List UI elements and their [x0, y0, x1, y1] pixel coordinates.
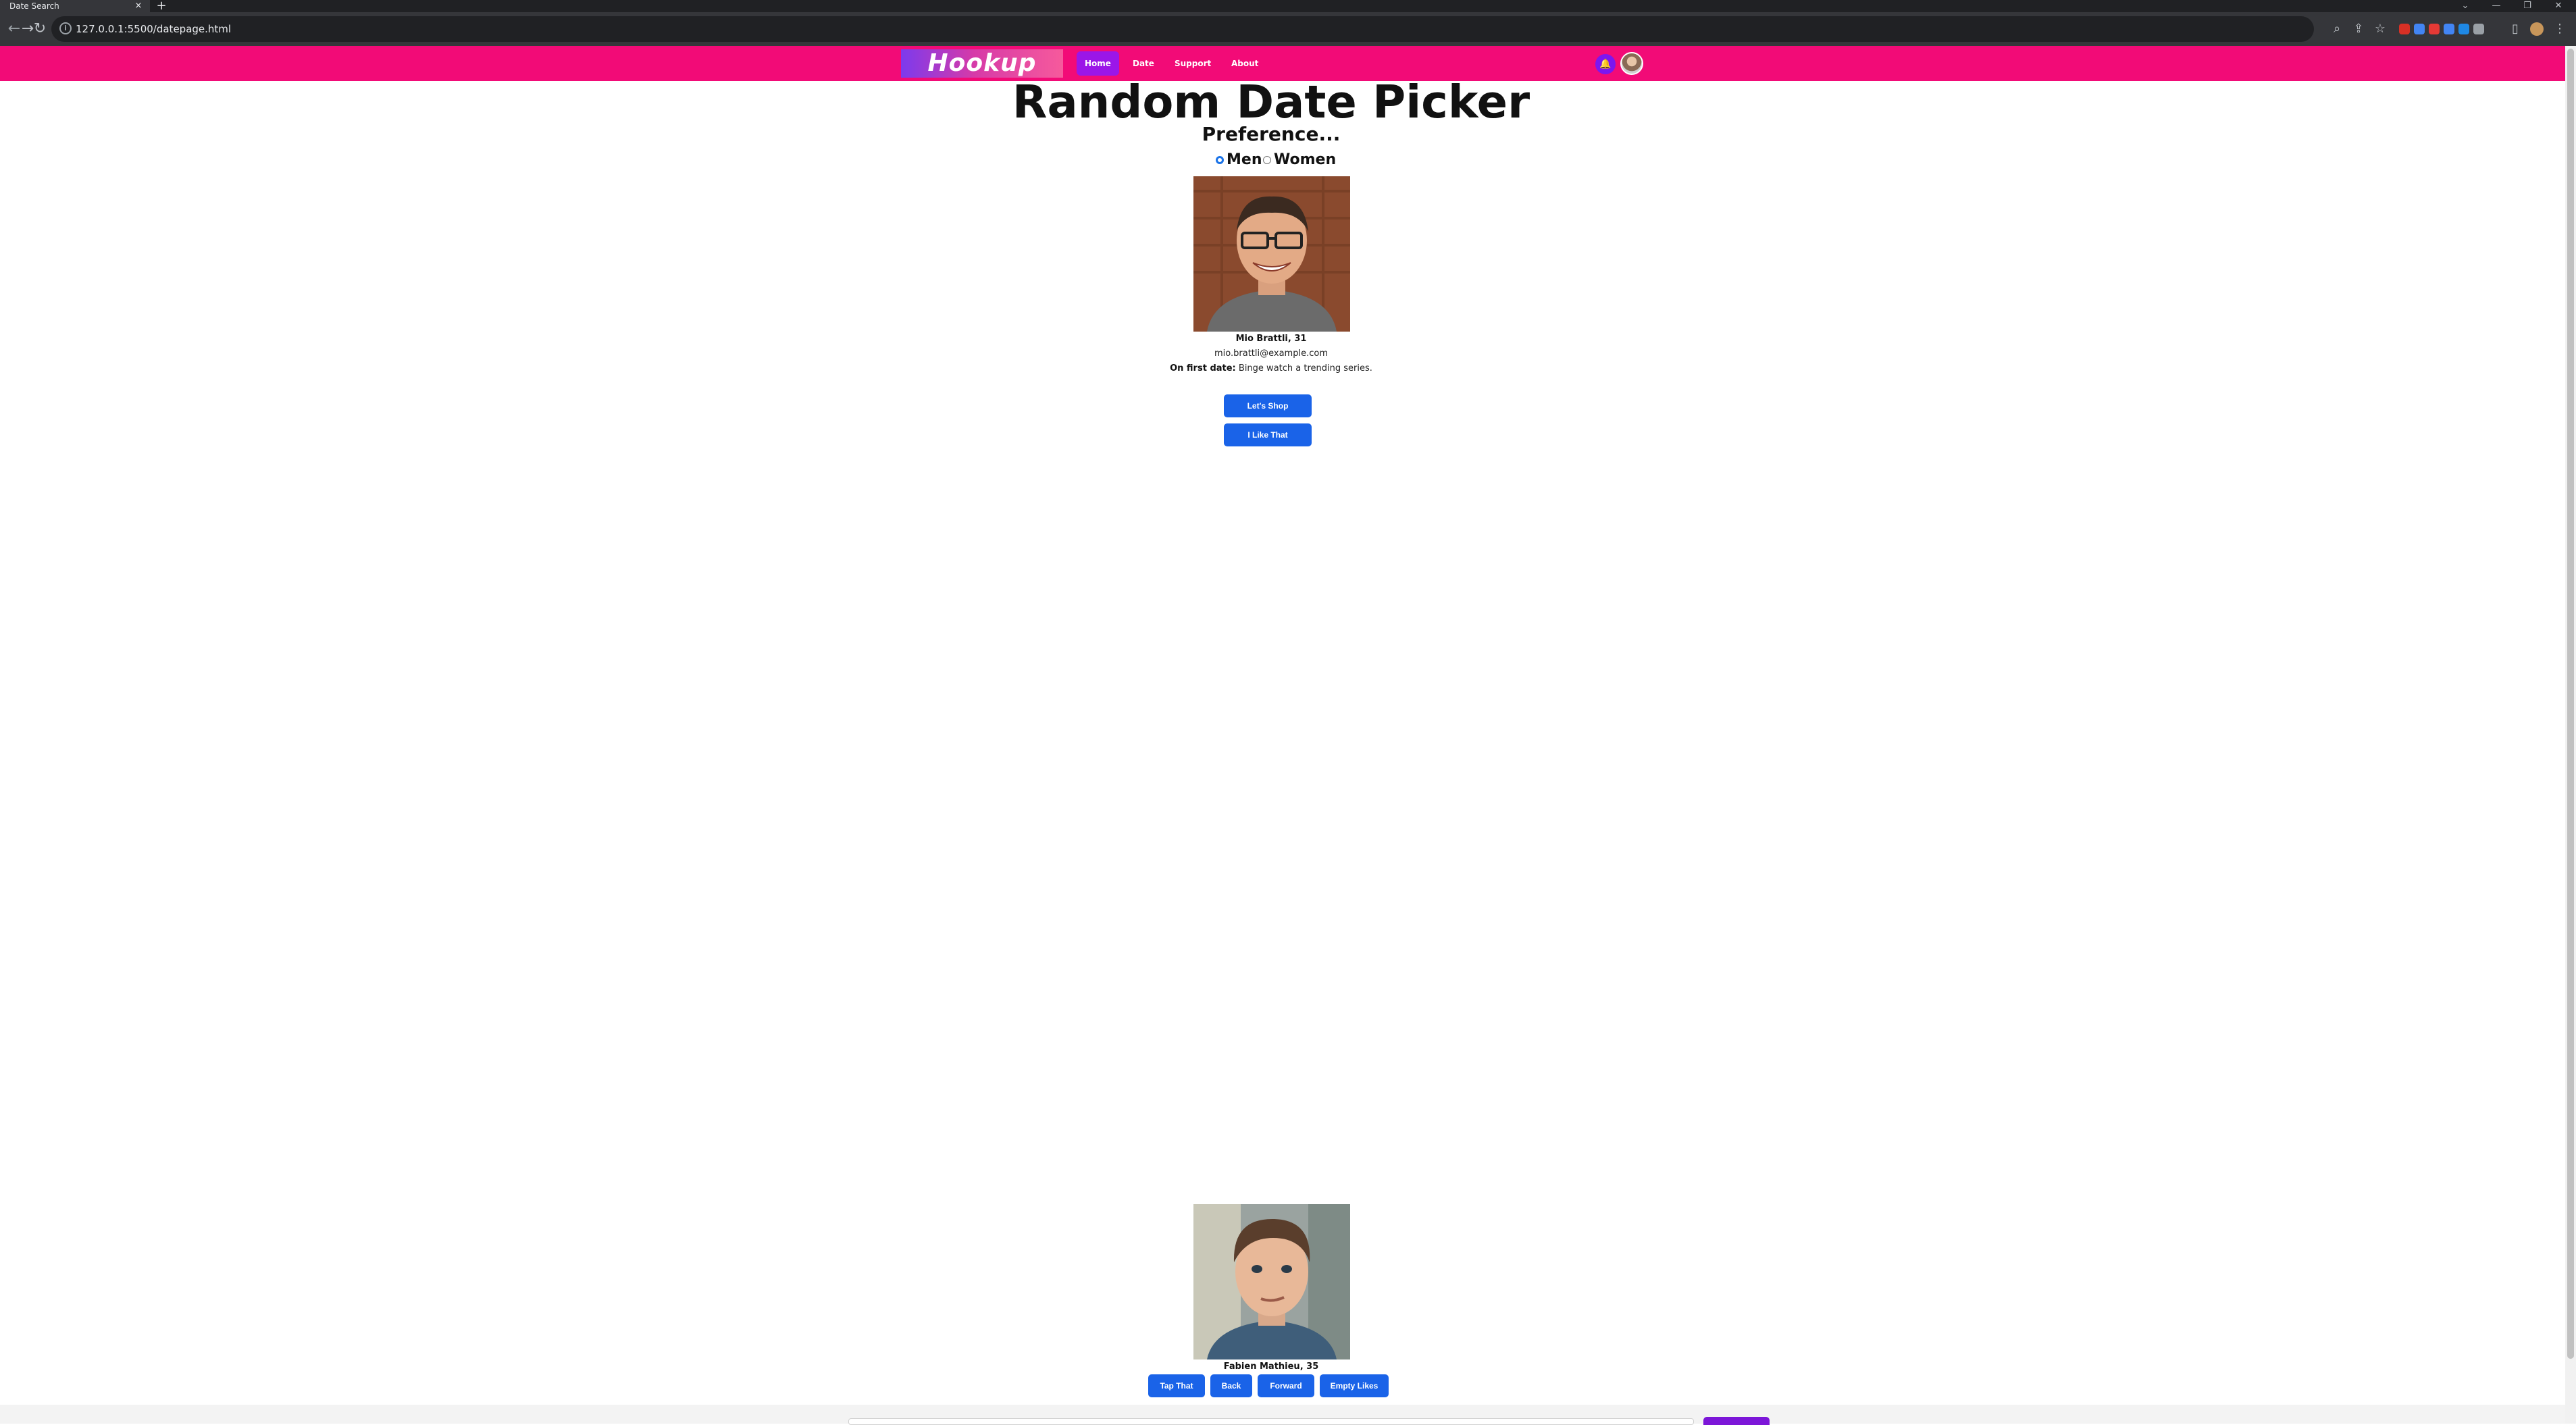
first-date-label: On first date:	[1170, 363, 1236, 373]
site-logo[interactable]: Hookup	[901, 49, 1063, 78]
first-date-value: Binge watch a trending series.	[1238, 363, 1372, 373]
bookmark-star-icon[interactable]: ☆	[2371, 12, 2390, 46]
extension-icon[interactable]	[2429, 24, 2440, 34]
bottom-input[interactable]	[848, 1418, 1694, 1425]
browser-tab[interactable]: Date Search ×	[0, 0, 150, 12]
reload-icon[interactable]: ↻	[30, 12, 50, 46]
scrollbar-thumb[interactable]	[2567, 49, 2574, 1359]
new-tab-button[interactable]: +	[154, 0, 169, 12]
zoom-icon[interactable]: ⌕	[2327, 12, 2346, 46]
lets-shop-button[interactable]: Let's Shop	[1224, 394, 1312, 417]
preference-heading: Preference...	[1202, 123, 1341, 145]
bottom-button[interactable]	[1703, 1417, 1770, 1425]
browser-tabstrip: Date Search × + ⌄ — ❐ ✕	[0, 0, 2576, 12]
avatar[interactable]	[1620, 52, 1643, 75]
profile-email: mio.brattli@example.com	[1214, 348, 1328, 359]
vertical-scrollbar[interactable]	[2565, 46, 2576, 1424]
radio-label-women[interactable]: Women	[1274, 150, 1336, 170]
tap-that-button[interactable]: Tap That	[1148, 1374, 1205, 1397]
extension-icon[interactable]	[2399, 24, 2410, 34]
extension-icon[interactable]	[2473, 24, 2484, 34]
site-info-icon[interactable]: i	[59, 22, 72, 34]
extension-icon[interactable]	[2414, 24, 2425, 34]
extension-icon[interactable]	[2444, 24, 2454, 34]
back-button[interactable]: Back	[1210, 1374, 1252, 1397]
bottom-strip	[0, 1405, 2565, 1425]
side-panel-icon[interactable]: ▯	[2506, 12, 2525, 46]
nav-link-about[interactable]: About	[1223, 51, 1266, 76]
i-like-that-button[interactable]: I Like That	[1224, 423, 1312, 446]
radio-women[interactable]	[1263, 156, 1271, 164]
radio-label-men[interactable]: Men	[1227, 150, 1262, 170]
share-icon[interactable]: ⇪	[2349, 12, 2368, 46]
bell-icon[interactable]: 🔔	[1595, 54, 1616, 74]
second-profile-photo	[1193, 1204, 1350, 1359]
browser-toolbar: ← → ↻ i 127.0.0.1:5500/datepage.html ⌕ ⇪…	[0, 12, 2576, 46]
page-title: Random Date Picker	[1012, 76, 1530, 128]
tab-search-icon[interactable]: ⌄	[2452, 0, 2479, 12]
forward-button[interactable]: Forward	[1258, 1374, 1314, 1397]
radio-men[interactable]	[1216, 156, 1224, 164]
profile-photo	[1193, 176, 1350, 332]
extension-icon[interactable]	[2458, 24, 2469, 34]
second-profile-name: Fabien Mathieu, 35	[1223, 1362, 1319, 1372]
profile-name: Mio Brattli, 31	[1235, 334, 1307, 344]
url-text[interactable]: 127.0.0.1:5500/datepage.html	[76, 16, 231, 42]
tab-title: Date Search	[9, 1, 59, 11]
browser-menu-icon[interactable]: ⋮	[2550, 12, 2569, 46]
profile-icon[interactable]	[2527, 12, 2546, 46]
close-tab-icon[interactable]: ×	[132, 0, 145, 12]
address-bar[interactable]: i 127.0.0.1:5500/datepage.html	[51, 16, 2314, 42]
nav-link-date[interactable]: Date	[1125, 51, 1162, 76]
maximize-icon[interactable]: ❐	[2514, 0, 2541, 12]
nav-link-support[interactable]: Support	[1166, 51, 1219, 76]
profile-first-date: On first date: Binge watch a trending se…	[0, 363, 2542, 373]
nav-link-home[interactable]: Home	[1077, 51, 1119, 76]
empty-likes-button[interactable]: Empty Likes	[1320, 1374, 1389, 1397]
minimize-icon[interactable]: —	[2483, 0, 2510, 12]
close-window-icon[interactable]: ✕	[2545, 0, 2572, 12]
